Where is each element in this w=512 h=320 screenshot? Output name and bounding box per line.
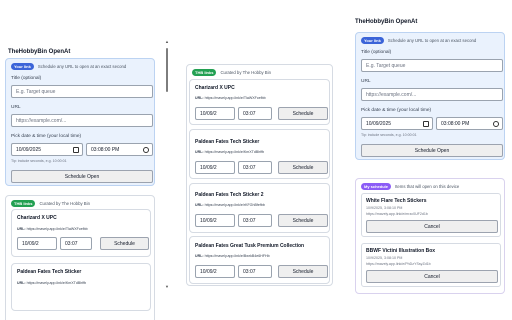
thb-item-schedule-button[interactable]: Schedule bbox=[278, 214, 328, 227]
your-link-header: Your link Schedule any URL to open at an… bbox=[11, 63, 126, 70]
thb-item: Charizard X UPC URL: https://mavely.app.… bbox=[11, 209, 151, 257]
schedule-item-url: https://mavely.app.link/e/mrzc0UF2d1b bbox=[366, 212, 428, 216]
clock-icon[interactable] bbox=[493, 121, 499, 127]
thb-item-time[interactable]: 03:07 bbox=[238, 265, 272, 278]
url-label: URL bbox=[11, 105, 21, 110]
schedule-open-button[interactable]: Schedule Open bbox=[11, 170, 153, 183]
thb-item-date[interactable]: 10/09/2 bbox=[195, 161, 235, 174]
calendar-icon[interactable] bbox=[73, 147, 79, 153]
date-value: 10/09/2025 bbox=[366, 120, 392, 127]
time-value: 03:08:00 PM bbox=[91, 146, 120, 153]
url-input[interactable]: https://example.com/... bbox=[11, 114, 153, 127]
thb-links-card: THB links Curated by The Hobby Bin Chari… bbox=[5, 195, 155, 320]
thb-item: Charizard X UPC URL: https://mavely.app.… bbox=[189, 79, 330, 125]
thb-item-title: Paldean Fates Tech Sticker bbox=[195, 139, 260, 145]
schedule-item-time: 10/9/2025, 3:08:10 PM bbox=[366, 206, 403, 210]
thb-item-time[interactable]: 03:07 bbox=[238, 161, 272, 174]
thb-item-url[interactable]: URL: https://mavely.app.link/e/BwrkB4e6H… bbox=[195, 254, 270, 258]
schedule-item-time: 10/9/2025, 3:08:10 PM bbox=[366, 256, 403, 260]
left-scroll-thumb[interactable] bbox=[166, 48, 168, 92]
thb-item-date[interactable]: 10/09/2 bbox=[195, 214, 235, 227]
title-label: Title (optional) bbox=[361, 50, 392, 55]
thb-item-time[interactable]: 03:07 bbox=[238, 107, 272, 120]
title-label: Title (optional) bbox=[11, 76, 42, 81]
url-input[interactable]: https://example.com/... bbox=[361, 88, 503, 101]
thb-item-schedule-button[interactable]: Schedule bbox=[278, 265, 328, 278]
time-input[interactable]: 03:08:00 PM bbox=[86, 143, 153, 156]
schedule-open-button[interactable]: Schedule Open bbox=[361, 144, 503, 157]
cancel-button[interactable]: Cancel bbox=[366, 220, 498, 233]
your-link-card: Your link Schedule any URL to open at an… bbox=[355, 32, 505, 160]
schedule-item-title: BBWF Victini Illustration Box bbox=[366, 248, 436, 254]
thb-item-title: Paldean Fates Great Tusk Premium Collect… bbox=[195, 243, 305, 249]
schedule-item: BBWF Victini Illustration Box 10/9/2025,… bbox=[361, 243, 501, 287]
calendar-icon[interactable] bbox=[423, 121, 429, 127]
thb-item: Paldean Fates Tech Sticker URL: https://… bbox=[189, 129, 330, 179]
thb-item-title: Charizard X UPC bbox=[195, 85, 235, 91]
thb-item-title: Paldean Fates Tech Sticker bbox=[17, 269, 82, 275]
thb-links-card: THB links Curated by The Hobby Bin Chari… bbox=[186, 64, 333, 286]
thb-item-url[interactable]: URL: https://mavely.app.link/e/KmXTdBhff… bbox=[195, 150, 264, 154]
title-input[interactable]: E.g. Target queue bbox=[11, 85, 153, 98]
date-input[interactable]: 10/09/2025 bbox=[361, 117, 433, 130]
schedule-item: White Flare Tech Stickers 10/9/2025, 3:0… bbox=[361, 193, 501, 237]
date-input[interactable]: 10/09/2025 bbox=[11, 143, 83, 156]
thb-item-url[interactable]: URL: https://mavely.app.link/e/TlaWXFcef… bbox=[17, 227, 88, 231]
thb-links-header: THB links Curated by The Hobby Bin bbox=[192, 69, 271, 76]
thb-item-schedule-button[interactable]: Schedule bbox=[100, 237, 149, 250]
your-link-header: Your link Schedule any URL to open at an… bbox=[361, 37, 476, 44]
time-input[interactable]: 03:08:00 PM bbox=[436, 117, 503, 130]
thb-links-header: THB links Curated by The Hobby Bin bbox=[11, 200, 90, 207]
app-title: TheHobbyBin OpenAt bbox=[355, 19, 418, 25]
thb-item-title: Paldean Fates Tech Sticker 2 bbox=[195, 192, 264, 198]
left-panel: TheHobbyBin OpenAt Your link Schedule an… bbox=[0, 40, 170, 320]
your-link-badge: Your link bbox=[11, 63, 34, 70]
right-panel: TheHobbyBin OpenAt Your link Schedule an… bbox=[350, 16, 512, 306]
thb-item-time[interactable]: 03:07 bbox=[60, 237, 92, 250]
thb-item-date[interactable]: 10/09/2 bbox=[195, 107, 235, 120]
scroll-up-icon[interactable]: ▲ bbox=[165, 40, 169, 44]
my-schedule-badge: My schedule bbox=[361, 183, 392, 190]
scroll-down-icon[interactable]: ▼ bbox=[165, 285, 169, 289]
thb-item-schedule-button[interactable]: Schedule bbox=[278, 107, 328, 120]
left-scrollbar[interactable]: ▲ ▼ bbox=[165, 40, 169, 292]
your-link-hint: Schedule any URL to open at an exact sec… bbox=[37, 64, 127, 69]
pick-label: Pick date & time (your local time) bbox=[361, 108, 432, 113]
middle-panel: THB links Curated by The Hobby Bin Chari… bbox=[186, 64, 336, 294]
clock-icon[interactable] bbox=[143, 147, 149, 153]
my-schedule-hint: Items that will open on this device bbox=[395, 184, 460, 189]
thb-item-date[interactable]: 10/09/2 bbox=[17, 237, 57, 250]
your-link-badge: Your link bbox=[361, 37, 384, 44]
pick-label: Pick date & time (your local time) bbox=[11, 134, 82, 139]
thb-item: Paldean Fates Tech Sticker 2 URL: https:… bbox=[189, 183, 330, 233]
schedule-item-title: White Flare Tech Stickers bbox=[366, 198, 427, 204]
thb-item-time[interactable]: 03:07 bbox=[238, 214, 272, 227]
tip-text: Tip: include seconds, e.g. 10:00:01 bbox=[11, 159, 67, 163]
title-input[interactable]: E.g. Target queue bbox=[361, 59, 503, 72]
thb-item: Paldean Fates Tech Sticker URL: https://… bbox=[11, 263, 151, 311]
my-schedule-header: My schedule Items that will open on this… bbox=[361, 183, 459, 190]
thb-item-title: Charizard X UPC bbox=[17, 215, 57, 221]
thb-links-badge: THB links bbox=[11, 200, 36, 207]
thb-item-url[interactable]: URL: https://mavely.app.link/e/TlaWXFcef… bbox=[195, 96, 266, 100]
schedule-item-url: https://mavely.app.link/e/PhDzYSsyZd1b bbox=[366, 262, 431, 266]
my-schedule-card: My schedule Items that will open on this… bbox=[355, 178, 505, 294]
thb-item-date[interactable]: 10/09/2 bbox=[195, 265, 235, 278]
tip-text: Tip: include seconds, e.g. 10:00:01 bbox=[361, 133, 417, 137]
thb-links-badge: THB links bbox=[192, 69, 217, 76]
thb-links-hint: Curated by The Hobby Bin bbox=[39, 201, 91, 206]
thb-item-url[interactable]: URL: https://mavely.app.link/e/rKFGhBfef… bbox=[195, 203, 265, 207]
your-link-card: Your link Schedule any URL to open at an… bbox=[5, 58, 155, 186]
thb-item-url[interactable]: URL: https://mavely.app.link/e/KmXTdBhff… bbox=[17, 281, 86, 285]
time-value: 03:08:00 PM bbox=[441, 120, 470, 127]
thb-item-schedule-button[interactable]: Schedule bbox=[278, 161, 328, 174]
cancel-button[interactable]: Cancel bbox=[366, 270, 498, 283]
thb-links-hint: Curated by The Hobby Bin bbox=[220, 70, 272, 75]
date-value: 10/09/2025 bbox=[16, 146, 42, 153]
thb-item: Paldean Fates Great Tusk Premium Collect… bbox=[189, 236, 330, 284]
app-title: TheHobbyBin OpenAt bbox=[8, 49, 71, 55]
your-link-hint: Schedule any URL to open at an exact sec… bbox=[387, 38, 477, 43]
url-label: URL bbox=[361, 79, 371, 84]
